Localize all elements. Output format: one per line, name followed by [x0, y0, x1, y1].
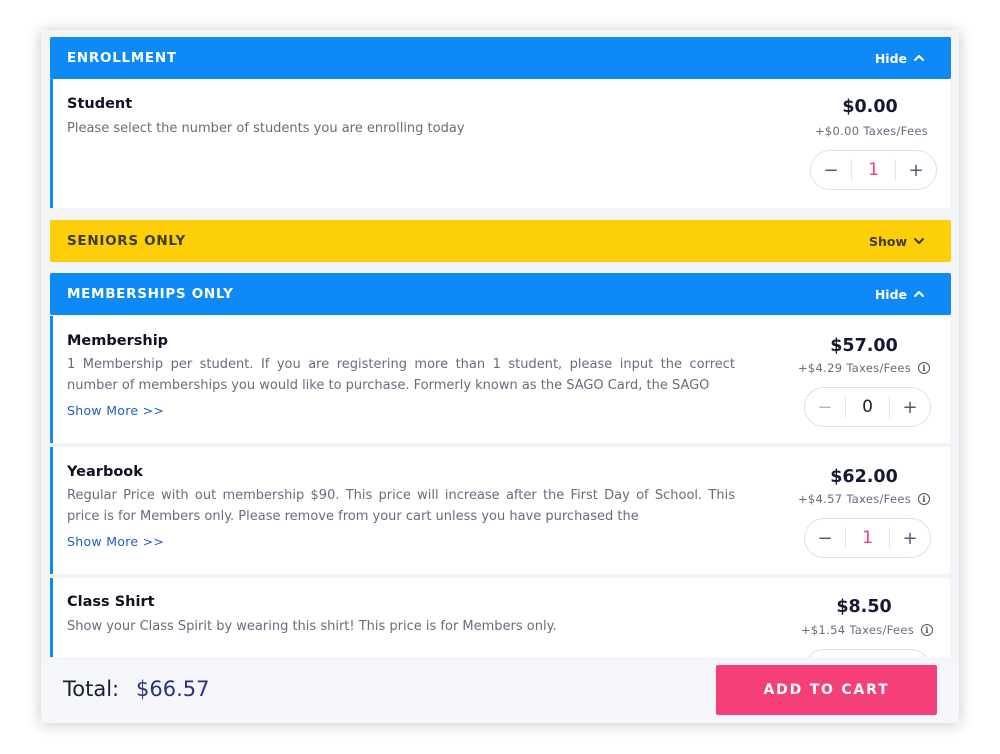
toggle-label: Hide [874, 286, 907, 302]
fees-text: +$4.57 Taxes/Fees [798, 492, 912, 506]
quantity-stepper[interactable] [804, 649, 931, 657]
item-description: 1 Membership per student. If you are reg… [67, 357, 735, 393]
hide-toggle[interactable]: Hide [875, 287, 925, 302]
increment-button[interactable]: + [896, 151, 936, 189]
show-more-link[interactable]: Show More >> [67, 534, 164, 549]
item-fees: +$0.00 Taxes/Fees [815, 124, 928, 138]
item-price: $8.50 [836, 597, 892, 617]
decrement-button[interactable]: − [805, 519, 845, 557]
item-price: $57.00 [830, 336, 898, 356]
item-description: Please select the number of students you… [67, 121, 465, 136]
item-name: Yearbook [67, 464, 143, 480]
decrement-button[interactable]: − [811, 151, 851, 189]
decrement-button[interactable]: − [805, 388, 845, 426]
toggle-label: Show [868, 233, 907, 249]
hide-toggle[interactable]: Hide [875, 51, 925, 66]
quantity-stepper: − 1 + [804, 518, 931, 558]
show-toggle[interactable]: Show [869, 234, 925, 249]
item-fees: +$4.57 Taxes/Fees i [798, 492, 931, 506]
item-description: Show your Class Spirit by wearing this s… [67, 619, 557, 634]
quantity-value[interactable]: 1 [845, 527, 890, 549]
chevron-up-icon [914, 291, 924, 297]
item-fees: +$1.54 Taxes/Fees i [801, 623, 934, 637]
info-icon[interactable]: i [921, 624, 934, 636]
increment-button[interactable]: + [890, 388, 930, 426]
total-value: $66.57 [136, 677, 210, 701]
item-card-yearbook: Yearbook Regular Price with out membersh… [50, 447, 950, 574]
section-title: SENIORS ONLY [67, 233, 187, 249]
quantity-value[interactable]: 0 [845, 396, 890, 418]
item-name: Student [67, 96, 133, 112]
fees-text: +$0.00 Taxes/Fees [815, 124, 929, 138]
item-card-class-shirt: Class Shirt Show your Class Spirit by we… [50, 578, 950, 657]
item-list[interactable]: ENROLLMENT Hide Student Please select th… [41, 30, 959, 657]
section-header-memberships: MEMBERSHIPS ONLY Hide [50, 273, 951, 315]
item-card-membership: Membership 1 Membership per student. If … [50, 316, 950, 443]
fees-text: +$4.29 Taxes/Fees [798, 361, 912, 375]
total-label: Total: [63, 677, 120, 701]
cart-panel: ENROLLMENT Hide Student Please select th… [41, 30, 959, 723]
section-header-enrollment: ENROLLMENT Hide [50, 37, 951, 79]
quantity-stepper: − 0 + [804, 387, 931, 427]
item-card-student: Student Please select the number of stud… [50, 79, 950, 208]
quantity-value[interactable]: 1 [851, 159, 896, 181]
show-more-link[interactable]: Show More >> [67, 403, 164, 418]
info-icon[interactable]: i [918, 362, 931, 374]
add-to-cart-button[interactable]: ADD TO CART [716, 665, 937, 715]
section-header-seniors: SENIORS ONLY Show [50, 220, 951, 262]
item-price: $62.00 [830, 467, 898, 487]
chevron-up-icon [914, 55, 924, 61]
item-name: Membership [67, 333, 169, 349]
section-title: MEMBERSHIPS ONLY [67, 286, 234, 302]
chevron-down-icon [914, 238, 924, 244]
info-icon[interactable]: i [918, 493, 931, 505]
toggle-label: Hide [874, 50, 907, 66]
cart-footer: Total: $66.57 ADD TO CART [41, 657, 959, 723]
fees-text: +$1.54 Taxes/Fees [801, 623, 915, 637]
quantity-stepper: − 1 + [810, 150, 937, 190]
section-title: ENROLLMENT [67, 50, 177, 66]
item-name: Class Shirt [67, 594, 155, 610]
item-price: $0.00 [842, 97, 898, 117]
increment-button[interactable]: + [890, 519, 930, 557]
item-fees: +$4.29 Taxes/Fees i [798, 361, 931, 375]
item-description: Regular Price with out membership $90. T… [67, 488, 735, 524]
